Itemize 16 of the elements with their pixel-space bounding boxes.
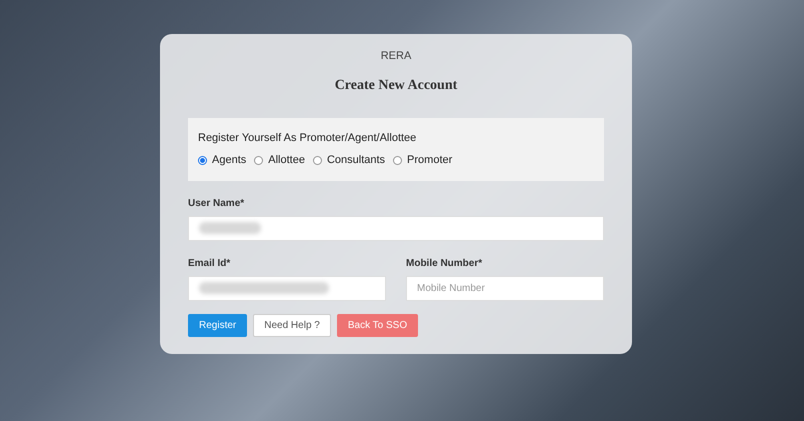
role-radio[interactable]: Promoter <box>393 152 452 168</box>
field-label: Mobile Number* <box>406 256 484 270</box>
mobile-input[interactable]: Mobile Number <box>417 280 593 296</box>
text-field[interactable]: Mobile Number <box>406 276 604 300</box>
redaction-blur <box>199 222 261 234</box>
role-label: Register Yourself As Promoter/Agent/Allottee <box>198 130 418 146</box>
field-label: Email Id* <box>188 256 232 270</box>
role-radio[interactable]: Allottee <box>254 152 305 168</box>
role-radio[interactable]: Consultants <box>312 152 386 168</box>
brand-text: RERA <box>380 49 412 64</box>
form-title: Create New Account <box>334 76 458 94</box>
text-field[interactable] <box>188 276 386 300</box>
role-radio[interactable]: Agents <box>198 152 246 168</box>
text-field[interactable] <box>188 216 604 240</box>
form-button[interactable]: Need Help ? <box>253 314 331 336</box>
field-label: User Name* <box>188 196 246 210</box>
